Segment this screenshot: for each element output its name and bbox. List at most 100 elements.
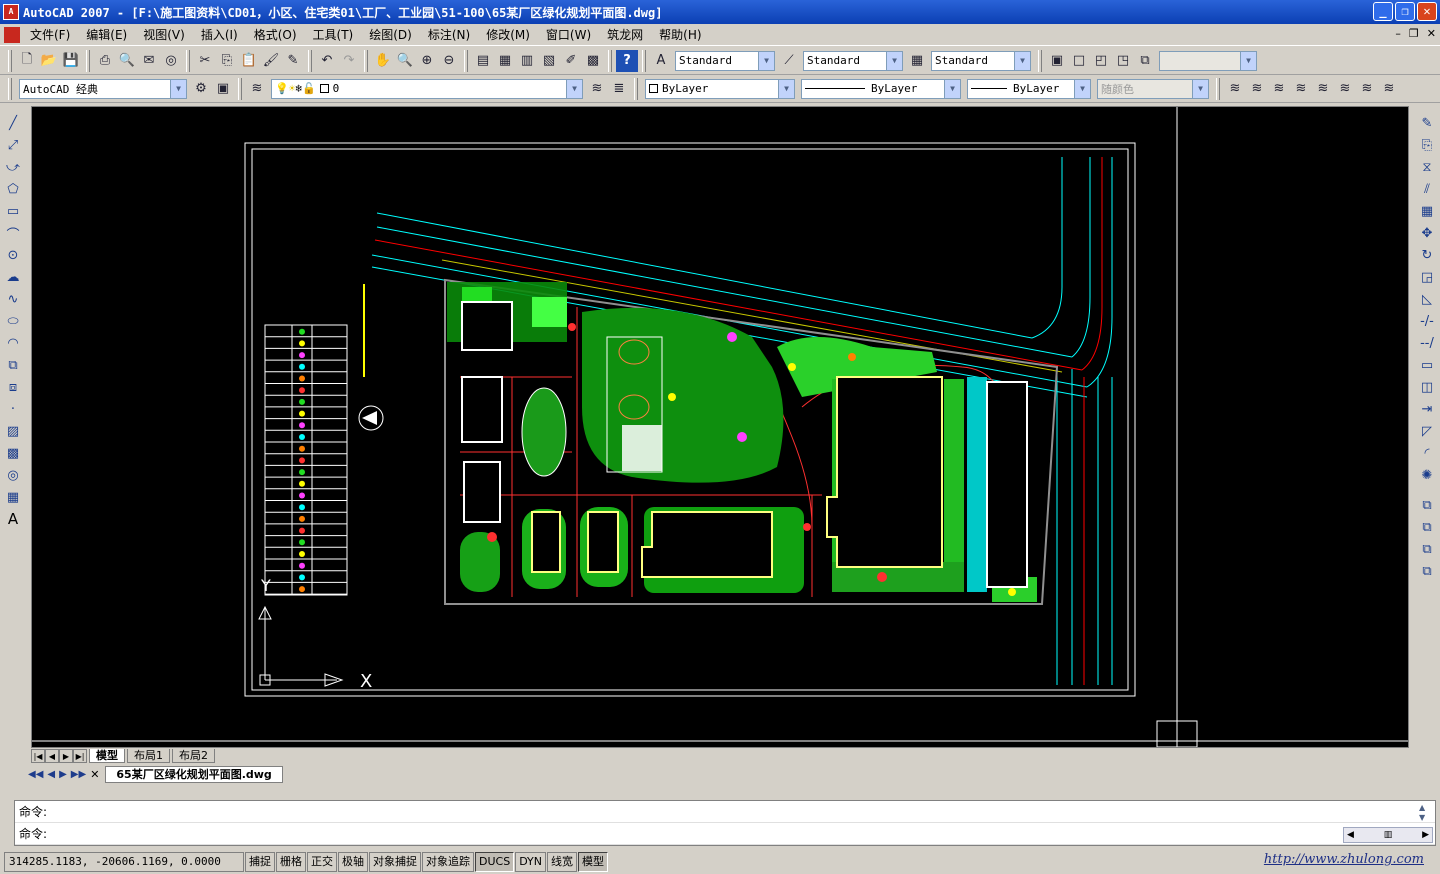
menu-help[interactable]: 帮助(H) — [651, 24, 709, 46]
make-object-layer-current-icon[interactable]: ≋ — [586, 78, 608, 100]
dim-style-select[interactable]: Standard ▼ — [803, 50, 903, 71]
sun-icon[interactable]: ☀ — [289, 82, 296, 95]
scale-icon[interactable]: ◲ — [1416, 266, 1438, 288]
layer-tool-8-icon[interactable]: ≋ — [1378, 78, 1400, 100]
chevron-down-icon[interactable]: ▼ — [170, 79, 186, 98]
copy-icon[interactable]: ⎘ — [1416, 134, 1438, 156]
drawing-canvas[interactable]: X Y — [31, 106, 1409, 748]
ellipse-arc-icon[interactable]: ◠ — [2, 332, 24, 354]
spline-icon[interactable]: ∿ — [2, 288, 24, 310]
layer-tool-1-icon[interactable]: ≋ — [1224, 78, 1246, 100]
chevron-down-icon[interactable]: ▼ — [944, 79, 960, 98]
next-tab-icon[interactable]: ▶ — [59, 749, 73, 763]
lightbulb-icon[interactable]: 💡 — [275, 82, 289, 95]
undo-icon[interactable]: ↶ — [316, 50, 338, 72]
last-tab-icon[interactable]: ▶| — [73, 749, 87, 763]
chevron-down-icon[interactable]: ▼ — [778, 79, 794, 98]
region-icon[interactable]: ◎ — [2, 464, 24, 486]
rotate-icon[interactable]: ↻ — [1416, 244, 1438, 266]
prev-tab-icon[interactable]: ◀ — [45, 749, 59, 763]
redo-icon[interactable]: ↷ — [338, 50, 360, 72]
zhulong-link[interactable]: http://www.zhulong.com — [1264, 852, 1424, 867]
viewport-scale-select[interactable]: ▼ — [1159, 50, 1257, 71]
sheet-set-icon[interactable]: ▧ — [538, 50, 560, 72]
menu-tools[interactable]: 工具(T) — [305, 24, 362, 46]
save-workspace-icon[interactable]: ▣ — [212, 78, 234, 100]
single-viewport-icon[interactable]: □ — [1068, 50, 1090, 72]
line-icon[interactable]: ╱ — [2, 112, 24, 134]
menu-dimension[interactable]: 标注(N) — [420, 24, 478, 46]
draw-order-under-icon[interactable]: ⧉ — [1416, 560, 1438, 582]
save-icon[interactable]: 💾 — [60, 50, 82, 72]
plot-preview-icon[interactable]: 🔍 — [116, 50, 138, 72]
join-icon[interactable]: ⇥ — [1416, 398, 1438, 420]
layer-tool-3-icon[interactable]: ≋ — [1268, 78, 1290, 100]
arc-icon[interactable]: ⌒ — [2, 222, 24, 244]
workspace-select[interactable]: AutoCAD 经典 ▼ — [19, 78, 187, 99]
offset-icon[interactable]: ⫽ — [1416, 178, 1438, 200]
move-icon[interactable]: ✥ — [1416, 222, 1438, 244]
autocad-app-icon[interactable]: A — [3, 4, 19, 20]
workspace-settings-icon[interactable]: ⚙ — [190, 78, 212, 100]
snap-toggle[interactable]: 捕捉 — [245, 852, 275, 872]
polygon-icon[interactable]: ⬠ — [2, 178, 24, 200]
quickcalc-icon[interactable]: ▩ — [582, 50, 604, 72]
match-properties-icon[interactable]: 🖌 — [260, 50, 282, 72]
mirror-icon[interactable]: ⧖ — [1416, 156, 1438, 178]
make-block-icon[interactable]: ⧈ — [2, 376, 24, 398]
revision-cloud-icon[interactable]: ☁ — [2, 266, 24, 288]
layer-manager-icon[interactable]: ≋ — [246, 78, 268, 100]
construction-line-icon[interactable]: ⤢ — [2, 134, 24, 156]
tab-layout1[interactable]: 布局1 — [127, 749, 170, 763]
chevron-down-icon[interactable]: ▼ — [1240, 51, 1256, 70]
polar-toggle[interactable]: 极轴 — [338, 852, 368, 872]
copy-clip-icon[interactable]: ⎘ — [216, 50, 238, 72]
break-at-point-icon[interactable]: ▭ — [1416, 354, 1438, 376]
rectangle-icon[interactable]: ▭ — [2, 200, 24, 222]
tab-model[interactable]: 模型 — [89, 749, 125, 763]
gradient-icon[interactable]: ▩ — [2, 442, 24, 464]
restore-button[interactable]: ❐ — [1395, 2, 1415, 21]
draw-order-front-icon[interactable]: ⧉ — [1416, 494, 1438, 516]
coordinate-display[interactable]: 314285.1183, -20606.1169, 0.0000 — [4, 852, 244, 872]
doc-restore-button[interactable]: ❐ — [1409, 27, 1419, 40]
array-icon[interactable]: ▦ — [1416, 200, 1438, 222]
pan-icon[interactable]: ✋ — [372, 50, 394, 72]
cut-icon[interactable]: ✂ — [194, 50, 216, 72]
convert-viewport-icon[interactable]: ◳ — [1112, 50, 1134, 72]
point-icon[interactable]: · — [2, 398, 24, 420]
properties-icon[interactable]: ▤ — [472, 50, 494, 72]
scroll-thumb[interactable]: ▥ — [1384, 830, 1393, 840]
ellipse-icon[interactable]: ⬭ — [2, 310, 24, 332]
command-window[interactable]: 命令: 命令: ▲ ▼ ◀ ▥ ▶ — [14, 800, 1436, 846]
3d-dwf-icon[interactable]: ◎ — [160, 50, 182, 72]
erase-icon[interactable]: ✎ — [1416, 112, 1438, 134]
text-style-icon[interactable]: A — [650, 50, 672, 72]
menu-zhulong[interactable]: 筑龙网 — [599, 24, 651, 46]
table-style-icon[interactable]: ▦ — [906, 50, 928, 72]
publish-icon[interactable]: ✉ — [138, 50, 160, 72]
doc-first-icon[interactable]: ◀◀ — [28, 769, 43, 780]
doc-close-button[interactable]: ✕ — [1427, 27, 1436, 40]
toolbar-grip[interactable] — [8, 77, 12, 100]
chevron-down-icon[interactable]: ▼ — [1014, 51, 1030, 70]
menu-insert[interactable]: 插入(I) — [193, 24, 246, 46]
doc-prev-icon[interactable]: ◀ — [47, 769, 55, 780]
zoom-previous-icon[interactable]: ⊖ — [438, 50, 460, 72]
chevron-down-icon[interactable]: ▼ — [1074, 79, 1090, 98]
paste-icon[interactable]: 📋 — [238, 50, 260, 72]
grid-toggle[interactable]: 栅格 — [276, 852, 306, 872]
zoom-realtime-icon[interactable]: 🔍 — [394, 50, 416, 72]
command-prompt-line[interactable]: 命令: — [15, 823, 1435, 845]
layer-select[interactable]: 💡 ☀ ❄ 🔓 0 ▼ — [271, 78, 583, 99]
first-tab-icon[interactable]: |◀ — [31, 749, 45, 763]
chevron-down-icon[interactable]: ▼ — [886, 51, 902, 70]
fillet-icon[interactable]: ◜ — [1416, 442, 1438, 464]
layer-tool-2-icon[interactable]: ≋ — [1246, 78, 1268, 100]
menu-draw[interactable]: 绘图(D) — [361, 24, 420, 46]
menu-view[interactable]: 视图(V) — [135, 24, 193, 46]
polygonal-viewport-icon[interactable]: ◰ — [1090, 50, 1112, 72]
layer-previous-icon[interactable]: ≣ — [608, 78, 630, 100]
extend-icon[interactable]: --/ — [1416, 332, 1438, 354]
tool-palettes-icon[interactable]: ▥ — [516, 50, 538, 72]
